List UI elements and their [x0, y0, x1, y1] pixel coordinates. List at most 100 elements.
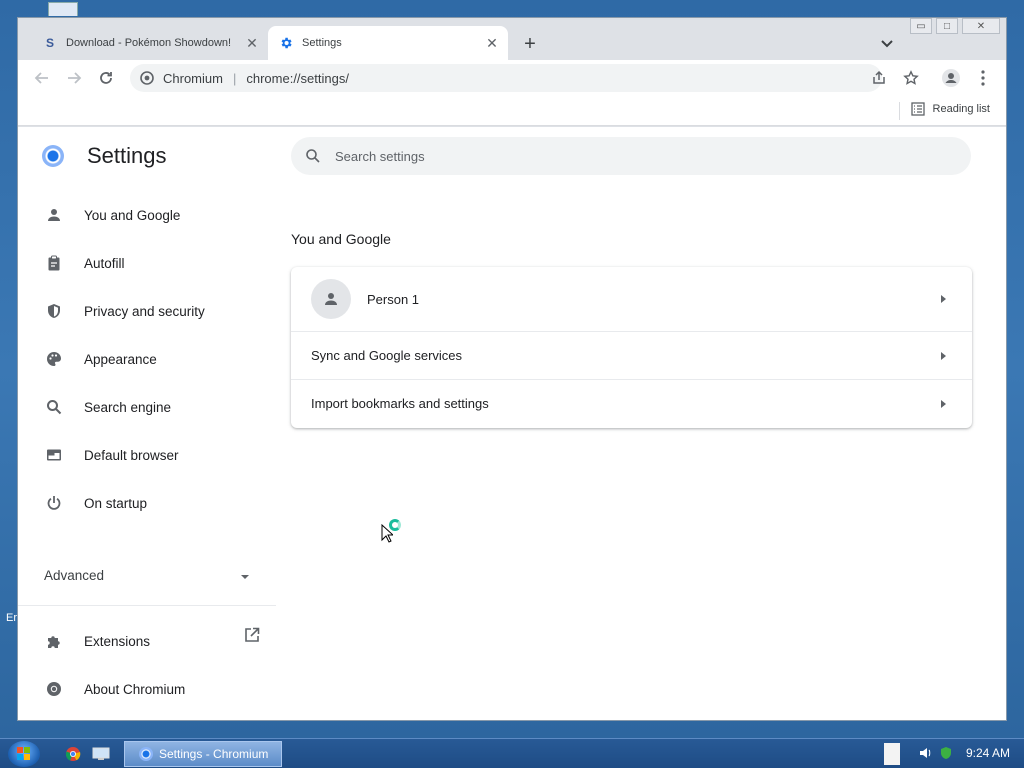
chromium-logo-icon: [42, 145, 64, 167]
sidebar-item-on-startup[interactable]: On startup: [44, 487, 147, 519]
caret-down-icon: [240, 568, 250, 583]
sidebar-item-label: Default browser: [84, 447, 179, 463]
divider: [899, 102, 900, 120]
shield-icon: [44, 301, 64, 321]
bookmarks-bar: Reading list: [18, 96, 1006, 126]
sidebar-item-about-chromium[interactable]: About Chromium: [44, 673, 185, 705]
desktop-icon-label: Er: [6, 612, 17, 624]
advanced-label: Advanced: [44, 567, 105, 583]
settings-sidebar: Settings You and Google Autofill Privacy…: [18, 127, 276, 720]
arrow-right-icon: [941, 399, 946, 408]
tab-pokemon-showdown[interactable]: S Download - Pokémon Showdown! ✕: [32, 26, 268, 60]
row-label: Import bookmarks and settings: [311, 396, 489, 411]
taskbar: Settings - Chromium 9:24 AM: [0, 738, 1024, 768]
power-icon: [44, 493, 64, 513]
person-icon: [44, 205, 64, 225]
toolbar: Chromium | chrome://settings/: [18, 60, 1006, 96]
clock[interactable]: 9:24 AM: [966, 746, 1010, 760]
sidebar-item-label: You and Google: [84, 207, 181, 223]
close-window-button[interactable]: ✕: [962, 18, 1000, 34]
reading-list-label: Reading list: [932, 103, 990, 115]
busy-spinner-icon: [389, 519, 401, 531]
sidebar-item-label: Appearance: [84, 351, 157, 367]
sidebar-item-label: Autofill: [84, 255, 125, 271]
sidebar-item-default-browser[interactable]: Default browser: [44, 439, 179, 471]
you-and-google-card: Person 1 Sync and Google services Import…: [291, 267, 972, 428]
browser-window-icon: [44, 445, 64, 465]
taskbar-item-label: Settings - Chromium: [159, 747, 269, 761]
maximize-button[interactable]: □: [936, 18, 958, 34]
sidebar-item-label: Extensions: [84, 633, 151, 649]
browser-window: S Download - Pokémon Showdown! ✕ Setting…: [17, 17, 1007, 721]
chromium-logo-icon: [139, 747, 153, 761]
search-icon: [305, 148, 321, 164]
sidebar-item-you-and-google[interactable]: You and Google: [44, 199, 180, 231]
tab-settings[interactable]: Settings ✕: [268, 26, 508, 60]
person-row[interactable]: Person 1: [291, 267, 972, 331]
sidebar-item-search-engine[interactable]: Search engine: [44, 391, 171, 423]
chromium-logo-icon: [44, 679, 64, 699]
desktop-shortcut-icon[interactable]: [48, 2, 78, 16]
close-tab-icon[interactable]: ✕: [242, 33, 262, 53]
reload-icon[interactable]: [94, 66, 118, 90]
url-text[interactable]: chrome://settings/: [246, 71, 349, 86]
minimize-button[interactable]: ▭: [910, 18, 932, 34]
reading-list-icon: [910, 102, 925, 116]
url-origin: Chromium: [163, 70, 223, 86]
tab-title: Download - Pokémon Showdown!: [66, 37, 232, 49]
reading-list-button[interactable]: Reading list: [910, 102, 990, 116]
page-title: Settings: [87, 143, 167, 168]
keyboard-icon[interactable]: [884, 743, 900, 765]
sidebar-item-privacy-and-security[interactable]: Privacy and security: [44, 295, 205, 327]
back-arrow-icon[interactable]: [30, 66, 54, 90]
sidebar-item-label: On startup: [84, 495, 148, 511]
settings-brand: Settings: [42, 143, 167, 169]
volume-icon[interactable]: [918, 745, 934, 761]
clipboard-icon: [44, 253, 64, 273]
advanced-toggle[interactable]: Advanced: [44, 559, 250, 591]
profile-avatar-icon[interactable]: [940, 67, 962, 89]
url-separator: |: [232, 70, 237, 86]
chrome-quicklaunch-icon[interactable]: [64, 745, 82, 763]
security-shield-icon[interactable]: [938, 745, 954, 761]
search-icon: [44, 397, 64, 417]
puzzle-icon: [44, 631, 64, 651]
start-button[interactable]: [8, 741, 40, 767]
divider: [18, 605, 276, 606]
chevron-down-icon[interactable]: [876, 34, 898, 54]
more-menu-icon[interactable]: [972, 67, 994, 89]
sidebar-item-label: Search engine: [84, 399, 172, 415]
showdown-favicon-icon: S: [45, 36, 54, 50]
new-tab-button[interactable]: +: [518, 32, 542, 56]
sidebar-item-label: Privacy and security: [84, 303, 205, 319]
arrow-right-icon: [941, 295, 946, 303]
share-icon[interactable]: [868, 67, 890, 89]
sidebar-item-autofill[interactable]: Autofill: [44, 247, 125, 279]
forward-arrow-icon[interactable]: [62, 66, 86, 90]
settings-page: Settings You and Google Autofill Privacy…: [18, 127, 1006, 720]
chromium-site-icon: [139, 70, 155, 86]
search-input[interactable]: [335, 148, 895, 164]
show-desktop-icon[interactable]: [92, 745, 110, 763]
taskbar-item-chromium[interactable]: Settings - Chromium: [124, 741, 282, 767]
import-row[interactable]: Import bookmarks and settings: [291, 379, 972, 427]
close-tab-icon[interactable]: ✕: [482, 33, 502, 53]
sync-row[interactable]: Sync and Google services: [291, 331, 972, 379]
avatar: [311, 279, 351, 319]
palette-icon: [44, 349, 64, 369]
row-label: Sync and Google services: [311, 348, 463, 363]
bookmark-star-icon[interactable]: [900, 67, 922, 89]
address-bar[interactable]: Chromium | chrome://settings/: [130, 64, 882, 92]
open-in-new-icon[interactable]: [242, 625, 262, 645]
sidebar-item-appearance[interactable]: Appearance: [44, 343, 157, 375]
arrow-right-icon: [941, 351, 946, 360]
system-tray: 9:24 AM: [918, 745, 1010, 761]
tab-strip: S Download - Pokémon Showdown! ✕ Setting…: [18, 18, 1006, 60]
tab-title: Settings: [302, 37, 342, 49]
row-label: Person 1: [367, 291, 420, 307]
search-settings-field[interactable]: [291, 137, 971, 175]
sidebar-item-label: About Chromium: [84, 681, 186, 697]
gear-icon: [278, 35, 294, 51]
section-title: You and Google: [291, 231, 391, 247]
sidebar-item-extensions[interactable]: Extensions: [44, 625, 150, 657]
